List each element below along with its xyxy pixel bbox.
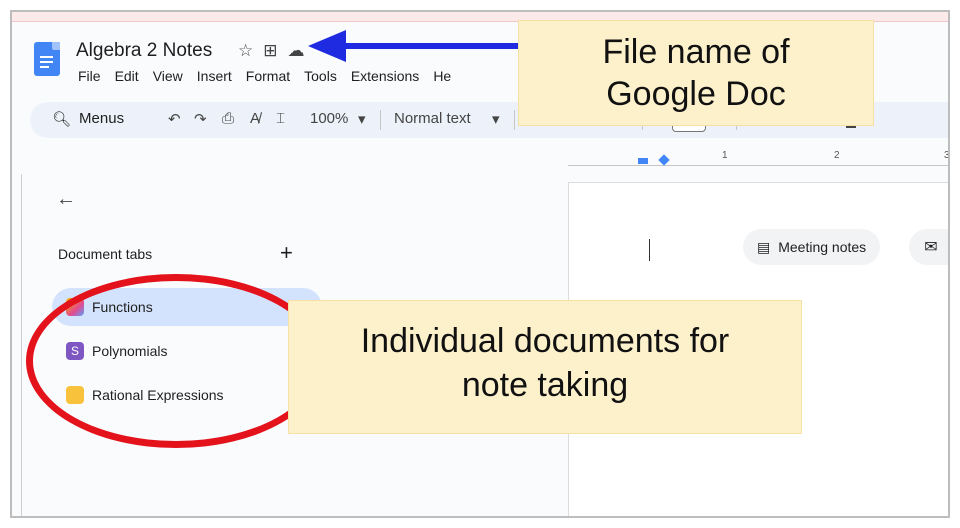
spellcheck-icon[interactable]: A̸ [250,110,260,127]
annotation-arrow-head [308,30,346,62]
back-arrow-icon[interactable]: ← [56,188,76,211]
paint-format-icon[interactable]: ⌶ [276,110,285,127]
menu-insert[interactable]: Insert [197,68,232,84]
move-folder-icon[interactable]: ⊞ [263,41,277,61]
title-icons: ☆ ⊞ ☁ [238,41,305,61]
vertical-ruler[interactable] [12,174,22,516]
callout-line: note taking [461,366,629,404]
highlight-ellipse [26,274,326,448]
email-icon: ✉ [924,239,938,256]
menu-edit[interactable]: Edit [115,68,139,84]
menu-tools[interactable]: Tools [304,68,337,84]
chevron-down-icon[interactable]: ▾ [358,110,366,128]
chip-label: Meeting notes [778,239,867,255]
menus-search-label: Menus [79,110,125,127]
docs-logo-icon[interactable] [34,42,60,76]
toolbar-divider [380,110,381,130]
style-select[interactable]: Normal text [394,110,471,127]
horizontal-ruler[interactable]: 1 2 3 [568,150,950,166]
toolbar-divider [514,110,515,130]
zoom-select[interactable]: 100% [310,110,348,127]
menu-view[interactable]: View [153,68,183,84]
search-icon: 🔍︎ [52,111,72,128]
callout-line: Google Doc [606,75,786,113]
indent-marker-icon[interactable] [638,158,648,164]
menu-bar: File Edit View Insert Format Tools Exten… [78,68,451,84]
ruler-label: 1 [722,150,728,161]
menu-format[interactable]: Format [246,68,290,84]
star-icon[interactable]: ☆ [238,41,253,61]
menus-search[interactable]: 🔍︎ Menus [52,110,124,128]
document-tabs-header: Document tabs [58,246,153,262]
menu-extensions[interactable]: Extensions [351,68,419,84]
annotation-arrow [342,43,522,49]
document-title[interactable]: Algebra 2 Notes [76,40,212,62]
redo-icon[interactable]: ↷ [194,110,207,128]
undo-icon[interactable]: ↶ [168,110,181,128]
menu-file[interactable]: File [78,68,101,84]
document-icon: ▤ [757,238,771,255]
cloud-status-icon[interactable]: ☁ [288,41,305,61]
add-tab-button[interactable]: + [280,240,293,266]
text-cursor [649,239,650,261]
callout-line: File name of [602,33,790,71]
chevron-down-icon[interactable]: ▾ [492,110,500,128]
ruler-label: 3 [944,150,950,161]
menu-help[interactable]: He [433,68,451,84]
app-window: Algebra 2 Notes ☆ ⊞ ☁ File Edit View Ins… [10,10,950,518]
ruler-label: 2 [834,150,840,161]
callout-tabs: Individual documents for note taking [288,300,802,434]
tab-stop-icon[interactable] [658,154,670,166]
print-icon[interactable]: ⎙ [222,110,234,127]
callout-file-name: File name of Google Doc [518,20,874,126]
meeting-notes-chip[interactable]: ▤ Meeting notes [743,229,881,265]
email-draft-chip[interactable]: ✉ [909,229,948,265]
callout-line: Individual documents for [360,322,730,360]
